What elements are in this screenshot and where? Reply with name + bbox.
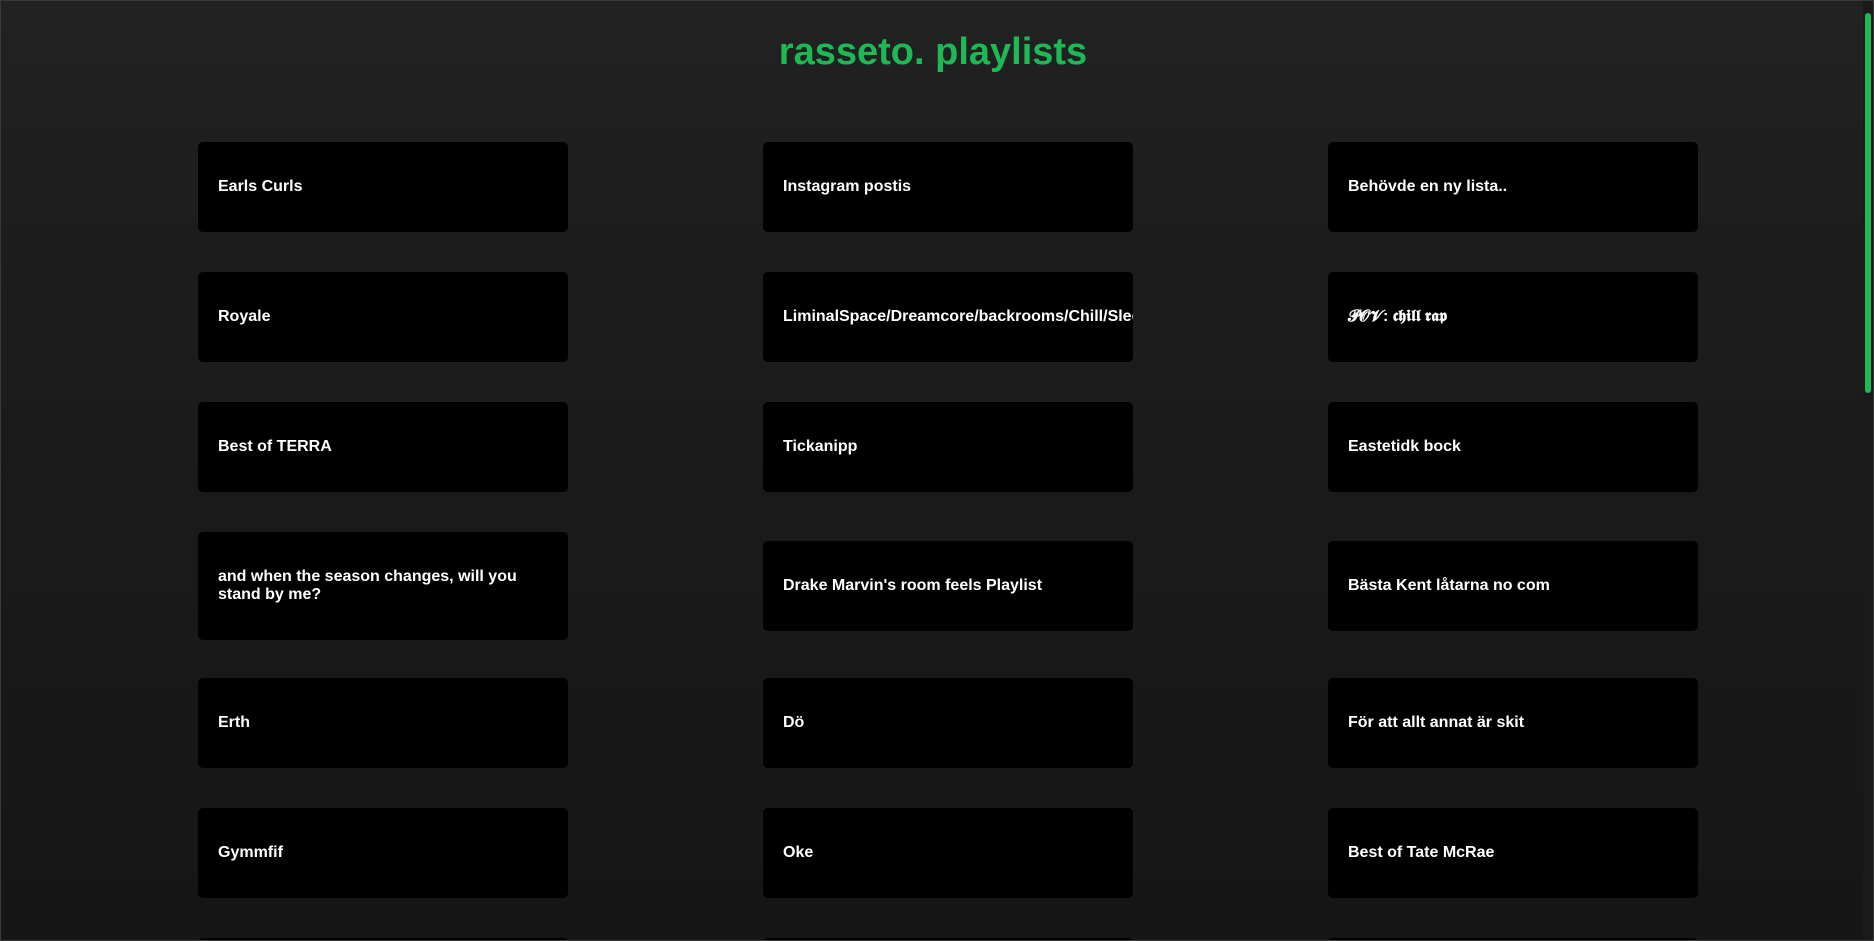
playlist-title: 𝓟𝓞𝓥: 𝖈𝖍𝖎𝖑𝖑 𝖗𝖆𝖕 [1348, 308, 1448, 325]
playlist-grid: Earls Curls Instagram postis Behövde en … [198, 142, 1698, 940]
playlist-title: Best of TERRA [218, 438, 332, 455]
playlist-card[interactable]: Bästa Kent låtarna no com [1328, 541, 1698, 631]
playlist-row: Earls Curls Instagram postis Behövde en … [198, 142, 1698, 232]
playlist-card[interactable]: Erth [198, 678, 568, 768]
app-window: rasseto. playlists Earls Curls Instagram… [0, 0, 1874, 941]
playlist-title: Drake Marvin's room feels Playlist [783, 577, 1043, 594]
playlist-card[interactable]: and when the season changes, will you st… [198, 532, 568, 640]
playlist-title: Behövde en ny lista.. [1348, 178, 1508, 195]
playlist-title: Instagram postis [783, 178, 912, 195]
playlist-card[interactable]: Oke [763, 808, 1133, 898]
playlist-title: Gymmfif [218, 844, 283, 861]
playlist-row: Royale LiminalSpace/Dreamcore/backrooms/… [198, 272, 1698, 362]
playlist-title: Dö [783, 714, 805, 731]
playlist-card[interactable]: Instagram postis [763, 142, 1133, 232]
playlist-card[interactable]: Eastetidk bock [1328, 402, 1698, 492]
playlist-card[interactable]: Gymmfif [198, 808, 568, 898]
playlist-card[interactable]: LiminalSpace/Dreamcore/backrooms/Chill/S… [763, 272, 1133, 362]
playlist-title: Erth [218, 714, 250, 731]
playlist-title: and when the season changes, will you st… [218, 568, 517, 603]
playlist-title: Tickanipp [783, 438, 858, 455]
playlist-title: Earls Curls [218, 178, 303, 195]
playlist-card[interactable]: För att allt annat är skit [1328, 678, 1698, 768]
scrollbar-thumb[interactable] [1865, 13, 1871, 393]
playlist-card[interactable]: 𝓟𝓞𝓥: 𝖈𝖍𝖎𝖑𝖑 𝖗𝖆𝖕 [1328, 272, 1698, 362]
playlist-row: Erth Dö För att allt annat är skit [198, 678, 1698, 768]
playlist-card[interactable]: Drake Marvin's room feels Playlist [763, 541, 1133, 631]
playlist-title: Bästa Kent låtarna no com [1348, 577, 1550, 594]
playlist-title: Royale [218, 308, 271, 325]
playlist-row: and when the season changes, will you st… [198, 532, 1698, 640]
playlist-card[interactable]: Best of TERRA [198, 402, 568, 492]
playlist-card[interactable]: Tickanipp [763, 402, 1133, 492]
page-title: rasseto. playlists [778, 31, 1088, 73]
playlist-card[interactable]: Earls Curls [198, 142, 568, 232]
playlist-title: Eastetidk bock [1348, 438, 1461, 455]
playlist-row: Gymmfif Oke Best of Tate McRae [198, 808, 1698, 898]
playlist-title: För att allt annat är skit [1348, 714, 1525, 731]
playlist-title: LiminalSpace/Dreamcore/backrooms/Chill/S… [783, 308, 1133, 325]
playlist-card[interactable]: Royale [198, 272, 568, 362]
playlist-card[interactable]: Behövde en ny lista.. [1328, 142, 1698, 232]
playlist-card[interactable]: Best of Tate McRae [1328, 808, 1698, 898]
vertical-scrollbar[interactable] [1863, 1, 1873, 940]
playlist-card[interactable]: Dö [763, 678, 1133, 768]
playlist-row: Best of TERRA Tickanipp Eastetidk bock [198, 402, 1698, 492]
playlist-title: Best of Tate McRae [1348, 844, 1495, 861]
playlist-title: Oke [783, 844, 814, 861]
